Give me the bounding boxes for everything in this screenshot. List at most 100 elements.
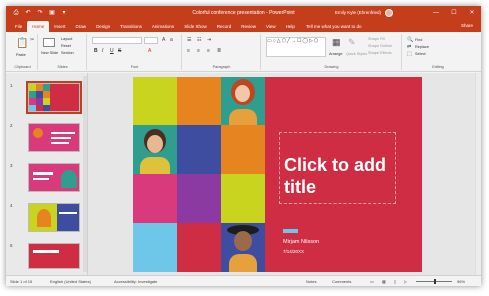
photo-woman-smiling[interactable]	[221, 77, 265, 125]
indent-icon[interactable]: ⇥	[207, 37, 211, 43]
paste-label[interactable]: Paste	[16, 53, 26, 57]
reset-button[interactable]: Reset	[61, 44, 71, 48]
zoom-level[interactable]: 96%	[457, 279, 465, 284]
font-name-box[interactable]	[92, 37, 142, 44]
shrink-font-icon[interactable]: a	[170, 37, 173, 43]
find-button[interactable]: Find	[415, 38, 422, 42]
layout-button[interactable]: Layout	[61, 37, 72, 41]
align-left-icon[interactable]: ≡	[187, 48, 190, 54]
comments-button[interactable]: Comments	[332, 279, 351, 284]
reading-view-icon[interactable]: ▯	[394, 279, 396, 284]
thumb-tile	[43, 91, 50, 98]
thumbnail-slide-3[interactable]	[28, 163, 80, 192]
font-size-box[interactable]	[144, 37, 158, 44]
align-center-icon[interactable]: ≡	[197, 48, 200, 54]
tab-draw[interactable]: Draw	[71, 21, 92, 32]
user-name[interactable]: Emily Kyle (Ehrenfried)	[335, 10, 381, 15]
thumbnail-slide-5[interactable]	[28, 243, 80, 269]
tab-record[interactable]: Record	[212, 21, 237, 32]
thumbnail-slide-4[interactable]	[28, 203, 80, 232]
replace-button[interactable]: Replace	[415, 45, 429, 49]
underline-button[interactable]: U	[110, 48, 114, 54]
tile	[177, 223, 221, 272]
photo-man-surprised[interactable]	[133, 125, 177, 174]
justify-icon[interactable]: ≣	[217, 48, 221, 54]
slideshow-icon[interactable]: ▷	[404, 279, 407, 284]
slides-group: New Slide Layout Reset Section Slides	[39, 34, 87, 70]
quick-styles-button[interactable]: Quick Styles	[346, 52, 367, 56]
redo-icon[interactable]: ↷	[36, 6, 44, 20]
align-right-icon[interactable]: ≡	[207, 48, 210, 54]
powerpoint-window: ⎙ ↶ ↷ ▣ ▾ Colorful conference presentati…	[6, 6, 481, 286]
grow-font-icon[interactable]: A	[162, 37, 165, 43]
tab-animations[interactable]: Animations	[147, 21, 179, 32]
tab-home[interactable]: Home	[27, 21, 50, 32]
section-button[interactable]: Section	[61, 51, 74, 55]
shape-fill-button[interactable]: Shape Fill	[368, 37, 385, 41]
shapes-gallery[interactable]: ▭○△⬠╱→☐◯▷⬡	[266, 37, 326, 57]
tile	[133, 223, 177, 272]
tab-insert[interactable]: Insert	[49, 21, 70, 32]
present-icon[interactable]: ▣	[48, 6, 56, 20]
tell-me-search[interactable]: Tell me what you want to do	[306, 21, 362, 32]
editor-scrollbar[interactable]	[475, 73, 481, 275]
tab-transitions[interactable]: Transitions	[115, 21, 147, 32]
slide-thumbnail-pane: 1 2 3 4 5	[6, 73, 88, 275]
minimize-button[interactable]: —	[427, 6, 445, 20]
arrange-button[interactable]: Arrange	[329, 52, 343, 56]
accessibility-status[interactable]: Accessibility: Investigate	[114, 279, 157, 284]
zoom-slider-knob[interactable]	[434, 279, 436, 284]
thumbnail-slide-2[interactable]	[28, 123, 80, 152]
tab-slide-show[interactable]: Slide Show	[179, 21, 212, 32]
thumbnail-scrollbar[interactable]	[83, 76, 87, 272]
notes-button[interactable]: Notes	[306, 279, 316, 284]
thumb-tile	[36, 98, 43, 105]
numbering-icon[interactable]: ☷	[197, 37, 201, 43]
customize-icon[interactable]: ▾	[60, 6, 68, 20]
thumbnail-slide-1[interactable]	[26, 81, 82, 114]
tab-review[interactable]: Review	[236, 21, 261, 32]
cut-icon[interactable]: ✂	[30, 37, 34, 43]
strikethrough-button[interactable]: S	[118, 48, 121, 54]
slide-title[interactable]: Click to add title	[284, 154, 404, 198]
avatar[interactable]	[385, 9, 393, 17]
select-icon[interactable]: ⬚	[407, 51, 412, 57]
presentation-date[interactable]: 7/14/20XX	[283, 249, 304, 254]
thumbnail-number: 4	[10, 203, 13, 208]
maximize-button[interactable]: ☐	[445, 6, 463, 20]
language-status[interactable]: English (United States)	[50, 279, 91, 284]
bullets-icon[interactable]: ☰	[187, 37, 191, 43]
new-slide-icon[interactable]	[43, 38, 55, 47]
tab-design[interactable]: Design	[91, 21, 115, 32]
new-slide-button[interactable]: New Slide	[41, 51, 58, 55]
replace-icon[interactable]: ⇄	[407, 44, 411, 50]
save-icon[interactable]: ⎙	[12, 6, 20, 20]
ribbon-home: 📋 Paste ✂ Clipboard New Slide Layout Res…	[6, 32, 481, 72]
tab-file[interactable]: File	[10, 21, 27, 32]
italic-button[interactable]: I	[102, 48, 103, 54]
share-button[interactable]: Share	[461, 21, 473, 31]
shape-effects-button[interactable]: Shape Effects	[368, 51, 392, 55]
tab-help[interactable]: Help	[281, 21, 300, 32]
photo-woman-hat[interactable]	[221, 223, 265, 272]
find-icon[interactable]: 🔍	[407, 37, 413, 43]
font-color-icon[interactable]: A	[148, 48, 151, 54]
bold-button[interactable]: B	[94, 48, 98, 54]
thumb-tile	[29, 84, 36, 91]
close-button[interactable]: ✕	[463, 6, 481, 20]
quick-styles-icon[interactable]: ✎	[348, 37, 356, 48]
arrange-icon[interactable]: ▦	[332, 37, 341, 48]
select-button[interactable]: Select	[415, 52, 426, 56]
paste-icon[interactable]: 📋	[16, 38, 28, 49]
slide-sorter-icon[interactable]: ▦	[382, 279, 386, 284]
undo-icon[interactable]: ↶	[24, 6, 32, 20]
editing-group: 🔍 Find ⇄ Replace ⬚ Select Editing	[403, 34, 473, 70]
slide-canvas[interactable]: Click to add title Mirjam Nilsson 7/14/2…	[133, 77, 422, 272]
tile	[133, 174, 177, 223]
editing-label: Editing	[432, 65, 444, 69]
presenter-name[interactable]: Mirjam Nilsson	[283, 239, 319, 245]
shape-outline-button[interactable]: Shape Outline	[368, 44, 392, 48]
thumb-tile	[29, 98, 36, 105]
normal-view-icon[interactable]: ▭	[370, 279, 374, 284]
tab-view[interactable]: View	[261, 21, 281, 32]
